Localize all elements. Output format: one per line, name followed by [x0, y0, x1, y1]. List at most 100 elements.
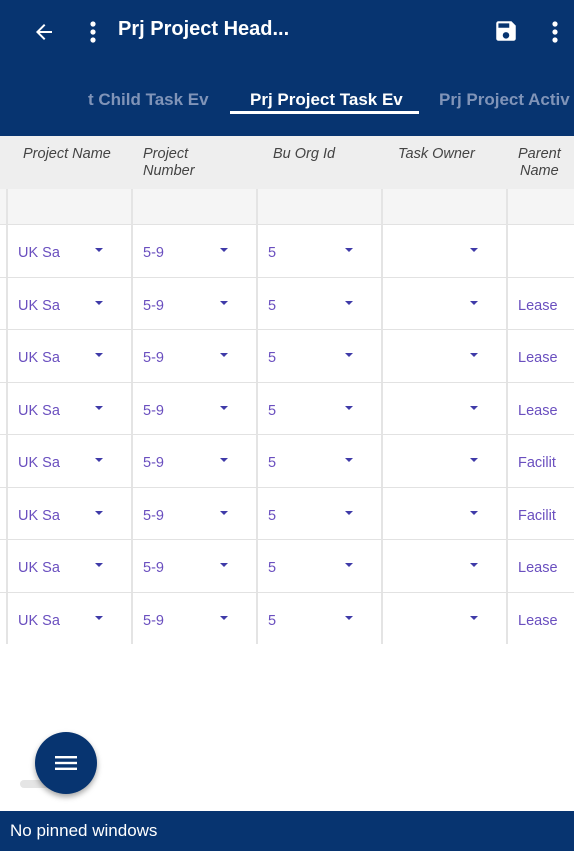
cell-bu-org-id[interactable]: 5 — [256, 277, 382, 330]
tab-prj-project-task-ev[interactable]: Prj Project Task Ev — [250, 90, 403, 110]
column-header-project-number[interactable]: Project Number — [143, 146, 195, 180]
cell-project-number[interactable]: 5-9 — [131, 382, 257, 435]
more-options-button[interactable] — [542, 14, 568, 50]
dropdown-caret-icon[interactable] — [220, 615, 228, 620]
cell-project-name[interactable]: UK Sa — [6, 382, 132, 435]
filter-cell-parent-name[interactable] — [506, 189, 574, 225]
dropdown-caret-icon[interactable] — [470, 615, 478, 620]
dropdown-caret-icon[interactable] — [95, 510, 103, 515]
cell-bu-org-id[interactable]: 5 — [256, 330, 382, 382]
dropdown-caret-icon[interactable] — [470, 563, 478, 567]
dropdown-caret-icon[interactable] — [220, 248, 228, 252]
dropdown-caret-icon[interactable] — [345, 458, 353, 462]
filter-cell-task-owner[interactable] — [381, 189, 507, 225]
cell-parent-name[interactable]: Lease — [506, 277, 574, 330]
more-vert-icon — [552, 21, 558, 43]
cell-project-name[interactable]: UK Sa — [6, 435, 132, 487]
dropdown-caret-icon[interactable] — [95, 248, 103, 252]
dropdown-caret-icon[interactable] — [345, 510, 353, 515]
table-row[interactable]: UK Sa 5-9 5 Lease — [0, 277, 574, 330]
dropdown-caret-icon[interactable] — [95, 300, 103, 305]
cell-parent-name[interactable]: Lease — [506, 592, 574, 644]
cell-project-number[interactable]: 5-9 — [131, 540, 257, 592]
cell-bu-org-id[interactable]: 5 — [256, 487, 382, 540]
dropdown-caret-icon[interactable] — [345, 563, 353, 567]
cell-project-number[interactable]: 5-9 — [131, 225, 257, 277]
back-button[interactable] — [26, 14, 62, 50]
cell-parent-name[interactable] — [506, 225, 574, 277]
dropdown-caret-icon[interactable] — [345, 300, 353, 305]
cell-bu-org-id[interactable]: 5 — [256, 592, 382, 644]
cell-project-name[interactable]: UK Sa — [6, 592, 132, 644]
save-button[interactable] — [488, 12, 524, 50]
dropdown-caret-icon[interactable] — [345, 615, 353, 620]
cell-bu-org-id[interactable]: 5 — [256, 435, 382, 487]
cell-parent-name[interactable]: Lease — [506, 382, 574, 435]
cell-task-owner[interactable] — [381, 487, 507, 540]
cell-project-name[interactable]: UK Sa — [6, 330, 132, 382]
cell-project-number[interactable]: 5-9 — [131, 330, 257, 382]
table-row[interactable]: UK Sa 5-9 5 Facilit — [0, 487, 574, 540]
cell-task-owner[interactable] — [381, 225, 507, 277]
cell-project-number[interactable]: 5-9 — [131, 277, 257, 330]
dropdown-caret-icon[interactable] — [220, 405, 228, 410]
cell-task-owner[interactable] — [381, 382, 507, 435]
cell-parent-name[interactable]: Lease — [506, 330, 574, 382]
column-header-task-owner[interactable]: Task Owner — [398, 146, 475, 163]
dropdown-caret-icon[interactable] — [95, 458, 103, 462]
table-row[interactable]: UK Sa 5-9 5 Lease — [0, 540, 574, 593]
dropdown-caret-icon[interactable] — [220, 458, 228, 462]
cell-bu-org-id[interactable]: 5 — [256, 225, 382, 277]
dropdown-caret-icon[interactable] — [470, 300, 478, 305]
dropdown-caret-icon[interactable] — [95, 563, 103, 567]
filter-cell-bu-org-id[interactable] — [256, 189, 382, 225]
table-row[interactable]: UK Sa 5-9 5 — [0, 225, 574, 278]
dropdown-caret-icon[interactable] — [95, 353, 103, 357]
dropdown-caret-icon[interactable] — [220, 353, 228, 357]
cell-value: 5 — [268, 612, 277, 629]
table-row[interactable]: UK Sa 5-9 5 Lease — [0, 330, 574, 383]
dropdown-caret-icon[interactable] — [470, 458, 478, 462]
dropdown-caret-icon[interactable] — [470, 353, 478, 357]
cell-project-name[interactable]: UK Sa — [6, 540, 132, 592]
table-row[interactable]: UK Sa 5-9 5 Facilit — [0, 435, 574, 488]
cell-task-owner[interactable] — [381, 540, 507, 592]
cell-task-owner[interactable] — [381, 277, 507, 330]
dropdown-caret-icon[interactable] — [470, 405, 478, 410]
cell-project-name[interactable]: UK Sa — [6, 487, 132, 540]
column-header-parent-name[interactable]: Parent Name — [518, 146, 561, 180]
cell-task-owner[interactable] — [381, 435, 507, 487]
table-row[interactable]: UK Sa 5-9 5 Lease — [0, 592, 574, 644]
filter-cell-project-number[interactable] — [131, 189, 257, 225]
cell-parent-name[interactable]: Facilit — [506, 487, 574, 540]
cell-project-name[interactable]: UK Sa — [6, 277, 132, 330]
dropdown-caret-icon[interactable] — [470, 248, 478, 252]
menu-fab-button[interactable] — [35, 732, 97, 794]
cell-bu-org-id[interactable]: 5 — [256, 540, 382, 592]
cell-task-owner[interactable] — [381, 592, 507, 644]
column-header-project-name[interactable]: Project Name — [23, 146, 111, 163]
cell-project-number[interactable]: 5-9 — [131, 592, 257, 644]
overflow-menu-button[interactable] — [80, 14, 106, 50]
dropdown-caret-icon[interactable] — [345, 405, 353, 410]
cell-parent-name[interactable]: Facilit — [506, 435, 574, 487]
cell-project-name[interactable]: UK Sa — [6, 225, 132, 277]
dropdown-caret-icon[interactable] — [470, 510, 478, 515]
tab-child-task-ev[interactable]: t Child Task Ev — [88, 90, 209, 110]
dropdown-caret-icon[interactable] — [345, 248, 353, 252]
dropdown-caret-icon[interactable] — [345, 353, 353, 357]
dropdown-caret-icon[interactable] — [220, 300, 228, 305]
column-header-bu-org-id[interactable]: Bu Org Id — [273, 146, 335, 163]
dropdown-caret-icon[interactable] — [95, 405, 103, 410]
dropdown-caret-icon[interactable] — [220, 563, 228, 567]
dropdown-caret-icon[interactable] — [220, 510, 228, 515]
dropdown-caret-icon[interactable] — [95, 615, 103, 620]
cell-bu-org-id[interactable]: 5 — [256, 382, 382, 435]
cell-project-number[interactable]: 5-9 — [131, 435, 257, 487]
tab-prj-project-activ[interactable]: Prj Project Activ — [439, 90, 570, 110]
table-row[interactable]: UK Sa 5-9 5 Lease — [0, 382, 574, 435]
cell-parent-name[interactable]: Lease — [506, 540, 574, 592]
cell-task-owner[interactable] — [381, 330, 507, 382]
filter-cell-project-name[interactable] — [6, 189, 132, 225]
cell-project-number[interactable]: 5-9 — [131, 487, 257, 540]
